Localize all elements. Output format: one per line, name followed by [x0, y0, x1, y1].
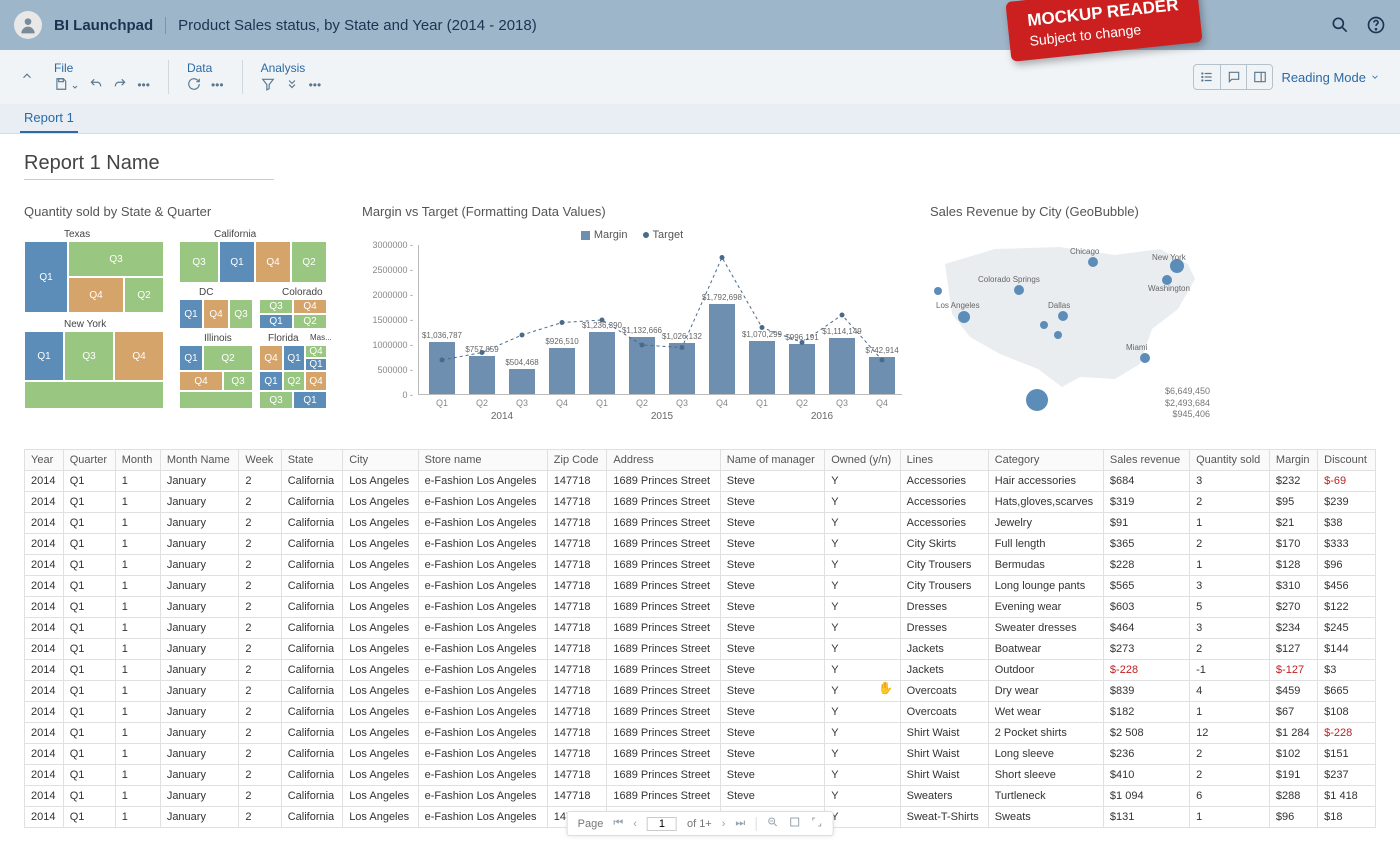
menu-file[interactable]: File: [54, 61, 150, 75]
zoom-out-icon[interactable]: [766, 816, 778, 831]
undo-icon[interactable]: [89, 77, 103, 94]
list-view-icon[interactable]: [1194, 65, 1220, 89]
fit-page-icon[interactable]: [788, 816, 800, 831]
table-row[interactable]: 2014Q11January2CaliforniaLos Angelese-Fa…: [25, 555, 1376, 576]
table-header[interactable]: State: [281, 450, 342, 471]
fullscreen-icon[interactable]: [810, 816, 822, 831]
table-row[interactable]: 2014Q11January2CaliforniaLos Angelese-Fa…: [25, 660, 1376, 681]
table-row[interactable]: 2014Q11January2CaliforniaLos Angelese-Fa…: [25, 681, 1376, 702]
chart-treemap: Quantity sold by State & Quarter Texas Q…: [24, 204, 334, 419]
filter-icon[interactable]: [261, 77, 275, 94]
pager-next-icon[interactable]: ›: [722, 818, 726, 830]
pager-last-icon[interactable]: ⏭: [735, 817, 745, 830]
menu-data[interactable]: Data: [187, 61, 224, 75]
table-header[interactable]: Week: [239, 450, 281, 471]
pager: Page ⏮ ‹ of 1+ › ⏭: [567, 811, 834, 836]
cursor-icon: ✋: [878, 681, 893, 695]
comment-view-icon[interactable]: [1220, 65, 1246, 89]
table-header[interactable]: Owned (y/n): [825, 450, 900, 471]
table-header[interactable]: Discount: [1318, 450, 1376, 471]
chart-legend: Margin Target: [362, 229, 902, 241]
table-row[interactable]: 2014Q11January2CaliforniaLos Angelese-Fa…: [25, 597, 1376, 618]
collapse-toggle[interactable]: [20, 69, 34, 86]
table-row[interactable]: 2014Q11January2CaliforniaLos Angelese-Fa…: [25, 744, 1376, 765]
table-row[interactable]: 2014Q11January2CaliforniaLos Angelese-Fa…: [25, 576, 1376, 597]
table-row[interactable]: 2014Q11January2CaliforniaLos Angelese-Fa…: [25, 723, 1376, 744]
more-file-icon[interactable]: •••: [137, 78, 150, 92]
report-tabs: Report 1: [0, 104, 1400, 134]
search-icon[interactable]: [1330, 15, 1350, 35]
refresh-icon[interactable]: [187, 77, 201, 94]
table-row[interactable]: 2014Q11January2CaliforniaLos Angelese-Fa…: [25, 765, 1376, 786]
report-title: Report 1 Name: [24, 152, 1376, 175]
data-table-wrapper: YearQuarterMonthMonth NameWeekStateCityS…: [24, 449, 1376, 828]
table-header[interactable]: Store name: [418, 450, 547, 471]
table-header[interactable]: Sales revenue: [1103, 450, 1189, 471]
table-header[interactable]: Margin: [1269, 450, 1317, 471]
table-header[interactable]: Category: [988, 450, 1103, 471]
report-canvas: Report 1 Name Quantity sold by State & Q…: [0, 134, 1400, 846]
chart-margin-target: Margin vs Target (Formatting Data Values…: [362, 204, 902, 419]
menu-analysis[interactable]: Analysis: [261, 61, 322, 75]
tab-report-1[interactable]: Report 1: [20, 104, 78, 133]
redo-icon[interactable]: [113, 77, 127, 94]
table-header[interactable]: Zip Code: [547, 450, 607, 471]
map-legend: $6,649,450 $2,493,684 $945,406: [1165, 386, 1210, 421]
brand[interactable]: BI Launchpad: [54, 17, 166, 34]
table-header[interactable]: Name of manager: [720, 450, 824, 471]
table-row[interactable]: 2014Q11January2CaliforniaLos Angelese-Fa…: [25, 702, 1376, 723]
chart-geobubble: Sales Revenue by City (GeoBubble) New Yo…: [930, 204, 1210, 419]
pager-input[interactable]: [647, 817, 677, 831]
table-row[interactable]: 2014Q11January2CaliforniaLos Angelese-Fa…: [25, 618, 1376, 639]
table-row[interactable]: 2014Q11January2CaliforniaLos Angelese-Fa…: [25, 492, 1376, 513]
table-header[interactable]: City: [343, 450, 418, 471]
table-header[interactable]: Quarter: [63, 450, 115, 471]
toolbar: File ••• Data ••• Analysis ••• Read: [0, 50, 1400, 104]
table-header[interactable]: Month Name: [160, 450, 239, 471]
table-header[interactable]: Lines: [900, 450, 988, 471]
table-row[interactable]: 2014Q11January2CaliforniaLos Angelese-Fa…: [25, 786, 1376, 807]
table-row[interactable]: 2014Q11January2CaliforniaLos Angelese-Fa…: [25, 471, 1376, 492]
drill-icon[interactable]: [285, 77, 299, 94]
panel-view-icon[interactable]: [1246, 65, 1272, 89]
avatar[interactable]: [14, 11, 42, 39]
table-row[interactable]: 2014Q11January2CaliforniaLos Angelese-Fa…: [25, 639, 1376, 660]
pager-prev-icon[interactable]: ‹: [633, 818, 637, 830]
view-toggle: [1193, 64, 1273, 90]
table-header[interactable]: Quantity sold: [1190, 450, 1270, 471]
data-table[interactable]: YearQuarterMonthMonth NameWeekStateCityS…: [24, 449, 1376, 828]
more-data-icon[interactable]: •••: [211, 78, 224, 92]
table-row[interactable]: 2014Q11January2CaliforniaLos Angelese-Fa…: [25, 513, 1376, 534]
table-header[interactable]: Year: [25, 450, 64, 471]
table-header[interactable]: Address: [607, 450, 720, 471]
app-header: BI Launchpad Product Sales status, by St…: [0, 0, 1400, 50]
reading-mode-button[interactable]: Reading Mode: [1281, 70, 1380, 85]
doc-title: Product Sales status, by State and Year …: [166, 17, 537, 34]
more-analysis-icon[interactable]: •••: [309, 78, 322, 92]
help-icon[interactable]: [1366, 15, 1386, 35]
table-row[interactable]: 2014Q11January2CaliforniaLos Angelese-Fa…: [25, 534, 1376, 555]
save-icon[interactable]: [54, 77, 79, 94]
pager-first-icon[interactable]: ⏮: [613, 817, 623, 830]
table-header[interactable]: Month: [115, 450, 160, 471]
